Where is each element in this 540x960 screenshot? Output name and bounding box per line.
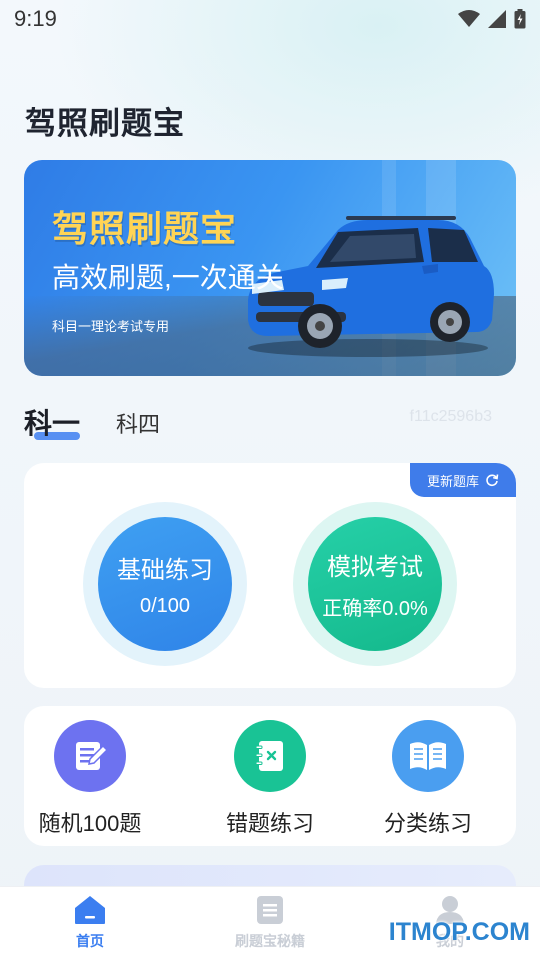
update-bank-label: 更新题库 — [426, 473, 479, 489]
tab-subject-one[interactable]: 科一 — [24, 402, 80, 442]
cellular-signal-icon — [488, 10, 506, 28]
practice-card: 更新题库 基础练习 0/100 模拟考试 正确率0.0% — [24, 463, 516, 688]
promo-banner[interactable]: 驾照刷题宝 高效刷题,一次通关 科目一理论考试专用 — [24, 160, 516, 376]
mock-exam-accuracy: 正确率0.0% — [322, 598, 428, 620]
status-bar: 9:19 — [0, 0, 540, 38]
nav-secrets-label: 刷题宝秘籍 — [235, 933, 305, 949]
mock-exam-button[interactable]: 模拟考试 正确率0.0% — [308, 517, 442, 651]
nav-home[interactable]: 首页 — [62, 895, 118, 951]
subject-tabs: 科一 科四 f11c2596b3 — [24, 402, 516, 442]
wrong-questions-button[interactable]: 错题练习 — [190, 720, 350, 838]
status-icons — [458, 9, 526, 29]
mock-exam-title: 模拟考试 — [327, 554, 423, 581]
tab-subject-four[interactable]: 科四 — [116, 407, 160, 439]
basic-practice-ring: 基础练习 0/100 — [83, 502, 247, 666]
wrong-notebook-icon — [234, 720, 306, 792]
mock-exam-ring: 模拟考试 正确率0.0% — [293, 502, 457, 666]
category-practice-label: 分类练习 — [383, 811, 472, 836]
random-100-label: 随机100题 — [38, 811, 142, 836]
random-100-button[interactable]: 随机100题 — [10, 720, 170, 838]
watermark: ITMOP.COM — [388, 918, 530, 946]
wrong-questions-label: 错题练习 — [225, 811, 314, 836]
wifi-icon — [458, 10, 480, 27]
faint-code-text: f11c2596b3 — [409, 408, 492, 425]
banner-slogan: 高效刷题,一次通关 — [52, 262, 284, 293]
tools-card: 随机100题 错题练习 分类练习 — [24, 706, 516, 846]
banner-title: 驾照刷题宝 — [52, 208, 238, 249]
banner-subtitle: 科目一理论考试专用 — [52, 319, 170, 334]
edit-note-icon — [54, 720, 126, 792]
category-practice-button[interactable]: 分类练习 — [348, 720, 508, 838]
refresh-icon — [486, 474, 499, 487]
document-icon — [257, 896, 283, 924]
home-icon — [75, 896, 105, 924]
nav-secrets[interactable]: 刷题宝秘籍 — [224, 895, 316, 951]
page-title: 驾照刷题宝 — [25, 106, 185, 141]
basic-practice-progress: 0/100 — [139, 595, 191, 617]
battery-icon — [514, 9, 526, 29]
status-time: 9:19 — [14, 6, 57, 31]
basic-practice-title: 基础练习 — [117, 557, 213, 584]
nav-home-label: 首页 — [76, 933, 104, 949]
open-book-icon — [392, 720, 464, 792]
basic-practice-button[interactable]: 基础练习 0/100 — [98, 517, 232, 651]
update-bank-button[interactable]: 更新题库 — [410, 463, 516, 497]
